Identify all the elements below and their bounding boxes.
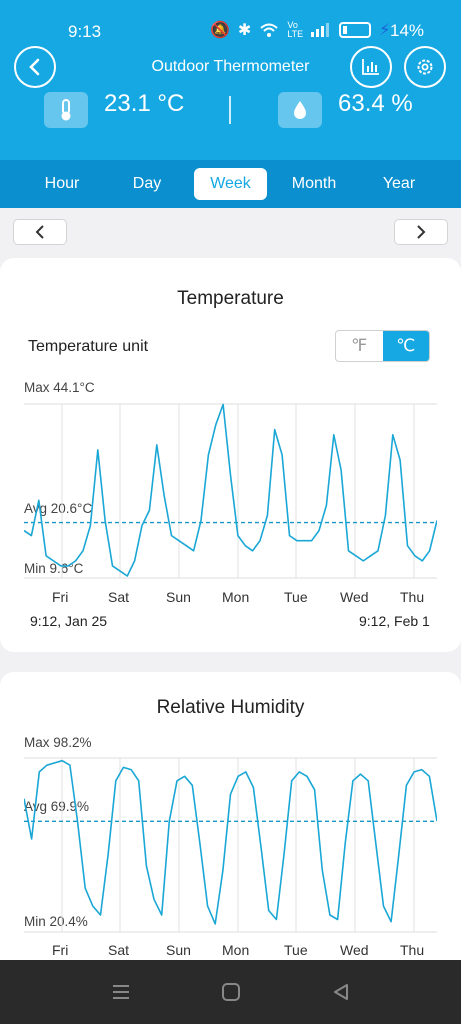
mute-icon: 🔕: [210, 22, 230, 39]
hum-series-line: [24, 759, 437, 925]
humidity-reading: 63.4 %: [338, 90, 413, 117]
temperature-unit-toggle: ℉ ℃: [335, 330, 430, 362]
tab-year[interactable]: Year: [367, 168, 431, 200]
status-time: 9:13: [68, 22, 102, 41]
temp-day-sun: Sun: [166, 589, 191, 605]
hum-day-wed: Wed: [340, 942, 369, 958]
status-icons: 🔕 ✱ Vo LTE ⚡: [210, 20, 390, 40]
humidity-card-title: Relative Humidity: [156, 697, 305, 718]
temp-day-thu: Thu: [400, 589, 425, 605]
temp-day-wed: Wed: [340, 589, 369, 605]
tab-month[interactable]: Month: [282, 168, 346, 200]
next-week-button[interactable]: [394, 219, 448, 245]
temp-max-label: Max 44.1°C: [24, 380, 95, 395]
hum-day-sat: Sat: [108, 942, 130, 958]
charging-icon: ⚡: [379, 22, 391, 39]
home-icon[interactable]: [221, 982, 241, 1002]
hum-day-sun: Sun: [166, 942, 191, 958]
temp-day-mon: Mon: [222, 589, 250, 605]
back-nav-icon[interactable]: [331, 982, 351, 1002]
gear-icon: [417, 59, 433, 75]
range-start: 9:12, Jan 25: [30, 613, 108, 629]
hum-day-mon: Mon: [222, 942, 250, 958]
battery-icon: [339, 22, 372, 38]
volte-icon: Vo LTE: [287, 20, 304, 39]
hum-day-tue: Tue: [284, 942, 308, 958]
temp-day-tue: Tue: [284, 589, 308, 605]
celsius-option[interactable]: ℃: [382, 331, 429, 361]
temp-day-sat: Sat: [108, 589, 130, 605]
battery-percent: 14%: [390, 21, 425, 40]
tab-day[interactable]: Day: [115, 168, 179, 200]
menu-icon[interactable]: [111, 982, 131, 1002]
humidity-badge: [278, 92, 322, 128]
bar-chart-icon: [362, 59, 379, 75]
chart-button[interactable]: [350, 46, 392, 88]
previous-week-button[interactable]: [13, 219, 67, 245]
status-bar: 9:13 🔕 ✱ Vo LTE ⚡ 14%: [0, 0, 461, 44]
wifi-icon: [260, 23, 278, 37]
tab-week[interactable]: Week: [194, 168, 267, 200]
range-end: 9:12, Feb 1: [359, 613, 430, 629]
thermometer-icon: [61, 99, 71, 121]
temperature-card-title: Temperature: [177, 288, 284, 309]
thermometer-badge: [44, 92, 88, 128]
bluetooth-icon: ✱: [237, 22, 252, 39]
droplet-icon: [294, 101, 306, 119]
temp-series-line: [24, 403, 437, 577]
humidity-chart: [24, 757, 437, 933]
reading-divider: [229, 96, 231, 124]
period-tabs: Hour Day Week Month Year: [0, 160, 461, 208]
chevron-right-icon: [417, 225, 426, 239]
hum-max-label: Max 98.2%: [24, 735, 92, 750]
hum-day-thu: Thu: [400, 942, 425, 958]
tab-hour[interactable]: Hour: [30, 168, 94, 200]
hum-day-fri: Fri: [52, 942, 69, 958]
app-header: 9:13 🔕 ✱ Vo LTE ⚡ 14% Outdoor Thermometer…: [0, 0, 461, 160]
temperature-unit-label: Temperature unit: [28, 338, 149, 355]
chevron-left-icon: [35, 225, 44, 239]
temp-day-fri: Fri: [52, 589, 69, 605]
settings-button[interactable]: [404, 46, 446, 88]
system-nav-bar: [0, 960, 461, 1024]
temperature-chart: [24, 403, 437, 579]
fahrenheit-option[interactable]: ℉: [336, 331, 383, 361]
signal-icon: [311, 23, 330, 37]
temperature-reading: 23.1 °C: [104, 90, 185, 117]
